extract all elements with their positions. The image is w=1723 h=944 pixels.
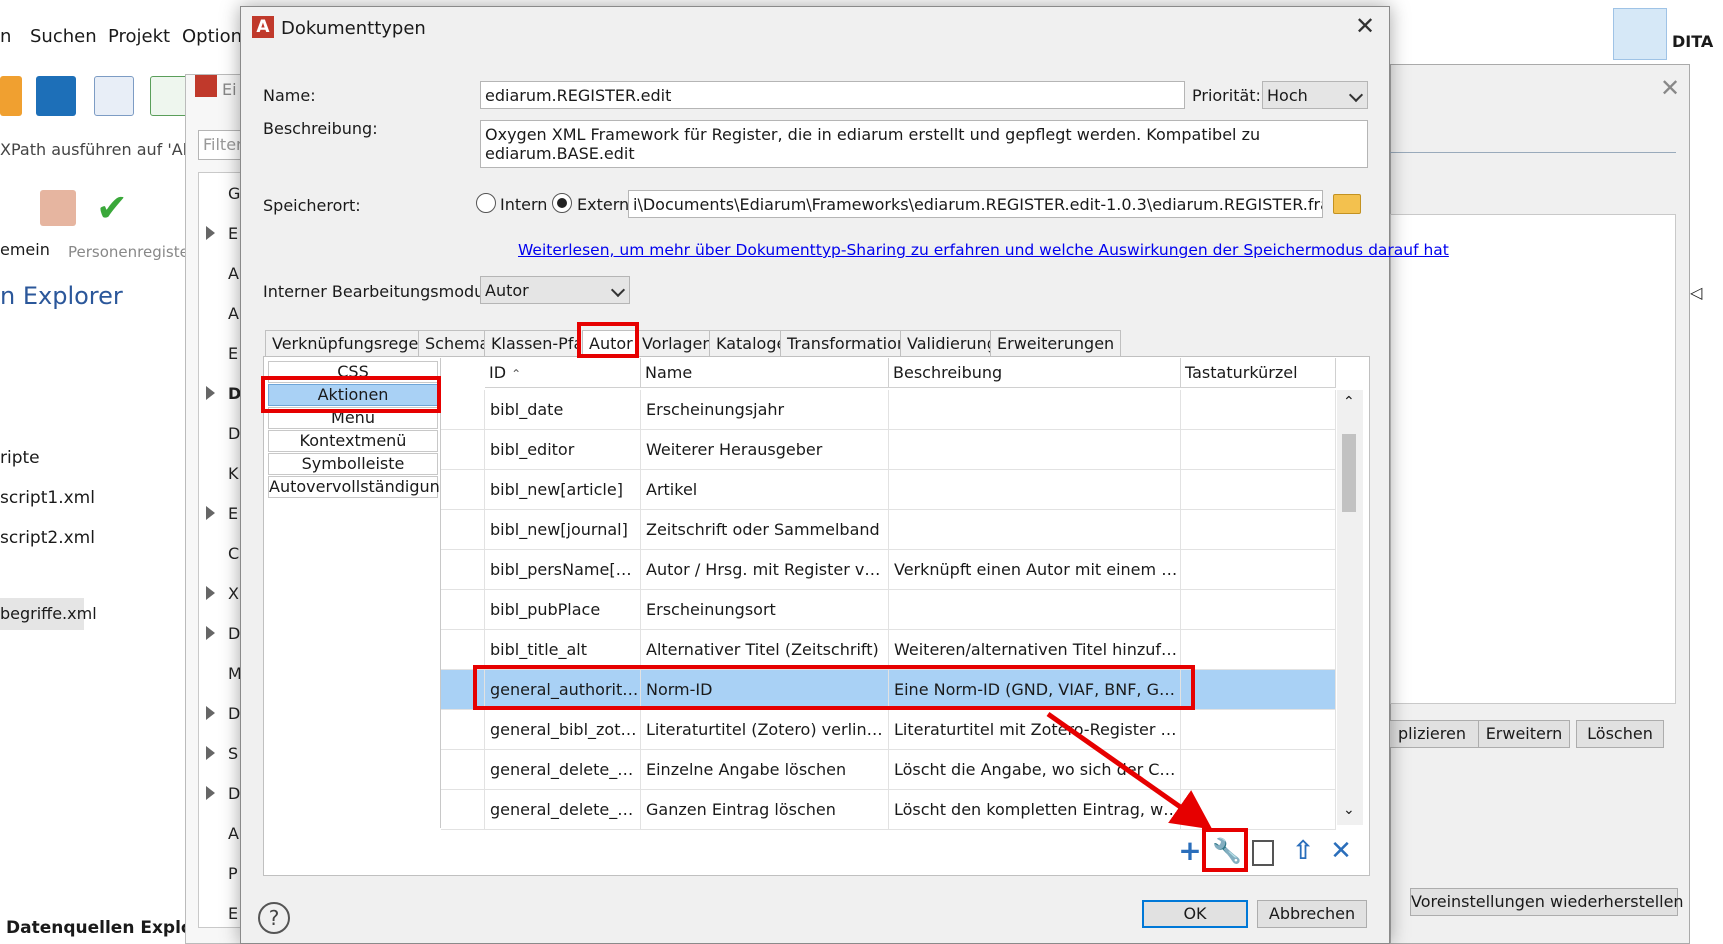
annotation-arrow-line [1046,711,1213,830]
annotation-arrow [1046,711,1213,830]
